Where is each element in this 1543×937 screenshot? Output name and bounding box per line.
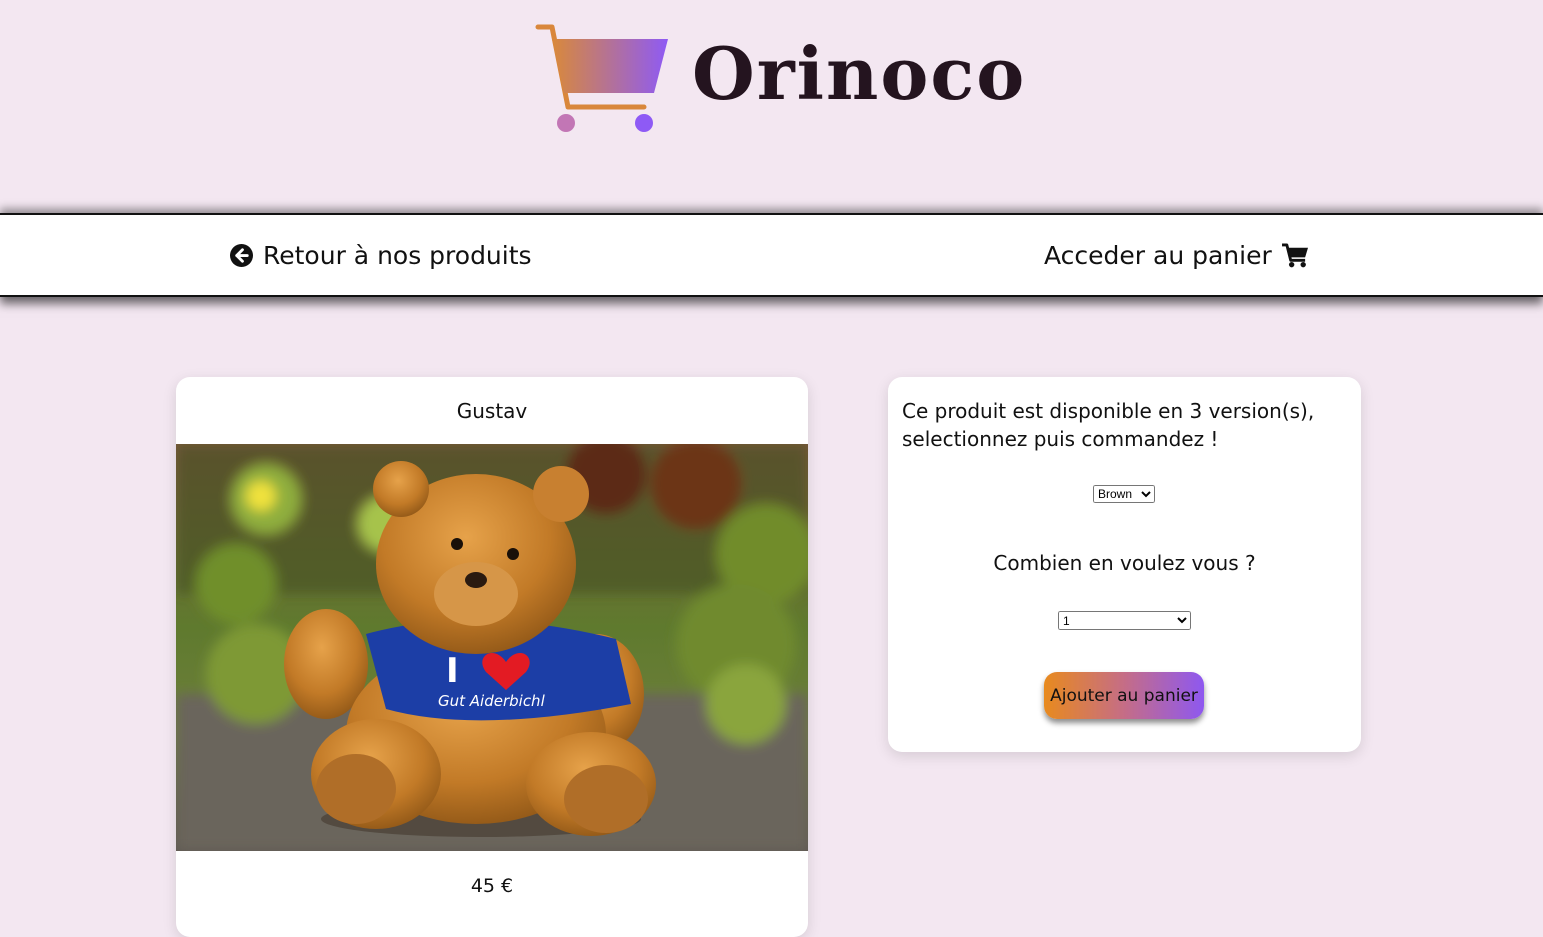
quantity-label: Combien en voulez vous ? (993, 551, 1256, 575)
back-link-label: Retour à nos produits (263, 240, 532, 270)
availability-text: Ce produit est disponible en 3 version(s… (902, 399, 1315, 451)
back-to-products-link[interactable]: Retour à nos produits (230, 215, 532, 295)
brand-logo[interactable]: Orinoco (534, 18, 1026, 138)
product-card: Gustav I Gut Aiderbichl 45 € (176, 377, 808, 937)
shopping-cart-icon (1281, 242, 1308, 267)
arrow-circle-left-icon (230, 243, 253, 267)
brand-name: Orinoco (692, 31, 1027, 116)
product-price: 45 € (470, 875, 514, 897)
svg-text:Gut Aiderbichl: Gut Aiderbichl (438, 692, 546, 710)
product-options-panel: Ce produit est disponible en 3 version(s… (888, 377, 1361, 752)
add-to-cart-button[interactable]: Ajouter au panier (1044, 672, 1204, 719)
teddy-bear-photo: I Gut Aiderbichl (176, 444, 808, 851)
shopping-cart-logo-icon (535, 24, 668, 132)
header: Orinoco (0, 0, 1543, 200)
product-name: Gustav (456, 398, 528, 423)
cart-link-label: Acceder au panier (1044, 240, 1272, 270)
navigation-bar: Retour à nos produits Acceder au panier (0, 213, 1543, 297)
go-to-cart-link[interactable]: Acceder au panier (1044, 215, 1309, 295)
quantity-select[interactable]: 1 (1058, 611, 1191, 630)
color-select[interactable]: Brown (1093, 485, 1155, 503)
svg-text:I: I (446, 651, 459, 691)
